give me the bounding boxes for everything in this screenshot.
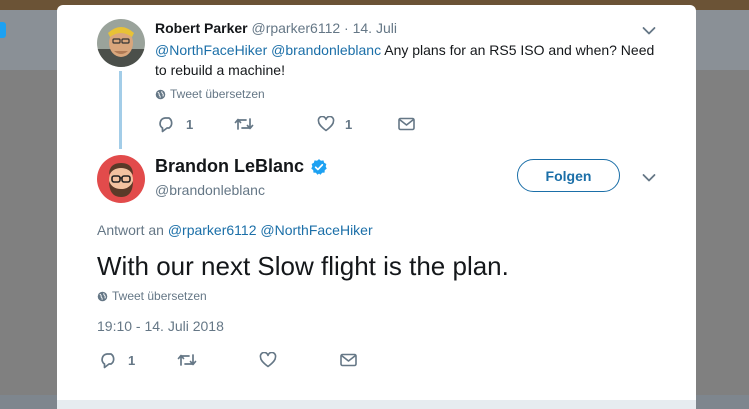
reply-icon bbox=[101, 353, 115, 369]
reply-prefix: Antwort an bbox=[97, 222, 164, 238]
reply-icon bbox=[159, 117, 173, 133]
translate-link[interactable]: Tweet übersetzen bbox=[155, 87, 265, 101]
reply-button[interactable]: 1 bbox=[100, 352, 135, 369]
verified-badge-icon bbox=[311, 158, 327, 175]
modal-footer-divider bbox=[57, 400, 696, 409]
mention-link[interactable]: @NorthFaceHiker bbox=[260, 222, 372, 238]
main-author-avatar[interactable] bbox=[97, 155, 145, 203]
parent-tweet-date[interactable]: 14. Juli bbox=[353, 20, 397, 36]
thread-connector bbox=[119, 71, 122, 149]
retweet-icon bbox=[177, 354, 197, 366]
like-count: 1 bbox=[345, 116, 353, 132]
heart-icon bbox=[259, 352, 277, 368]
parent-tweet-text: @NorthFaceHiker @brandonleblanc Any plan… bbox=[155, 40, 655, 80]
mention-link[interactable]: @NorthFaceHiker bbox=[155, 42, 267, 58]
translate-label: Tweet übersetzen bbox=[170, 87, 265, 101]
reply-count: 1 bbox=[128, 353, 136, 368]
retweet-icon bbox=[234, 118, 254, 130]
like-button[interactable]: 1 bbox=[317, 116, 352, 132]
separator-dot: · bbox=[344, 20, 349, 36]
like-button[interactable] bbox=[259, 352, 287, 368]
parent-tweet-header: Robert Parker @rparker6112 · 14. Juli bbox=[155, 20, 397, 36]
heart-icon bbox=[317, 116, 335, 132]
translate-label: Tweet übersetzen bbox=[112, 289, 207, 303]
parent-author-avatar[interactable] bbox=[97, 19, 145, 67]
reply-count: 1 bbox=[186, 117, 194, 132]
tweet-modal: Robert Parker @rparker6112 · 14. Juli @N… bbox=[57, 5, 696, 409]
mention-link[interactable]: @brandonleblanc bbox=[271, 42, 381, 58]
main-tweet-text: With our next Slow flight is the plan. bbox=[97, 251, 509, 281]
envelope-icon bbox=[340, 353, 357, 367]
retweet-button[interactable] bbox=[177, 352, 207, 368]
direct-message-button[interactable] bbox=[398, 117, 415, 131]
main-author-name-row[interactable]: Brandon LeBlanc bbox=[155, 156, 328, 177]
translate-link[interactable]: Tweet übersetzen bbox=[97, 289, 207, 303]
parent-author-name[interactable]: Robert Parker bbox=[155, 20, 248, 36]
globe-icon bbox=[155, 89, 166, 99]
background-accent bbox=[0, 22, 6, 38]
retweet-button[interactable] bbox=[234, 116, 264, 132]
parent-author-handle[interactable]: @rparker6112 bbox=[251, 20, 340, 36]
envelope-icon bbox=[398, 117, 415, 131]
main-author-handle[interactable]: @brandonleblanc bbox=[155, 182, 265, 198]
mention-link[interactable]: @rparker6112 bbox=[168, 222, 257, 238]
tweet-timestamp[interactable]: 19:10 - 14. Juli 2018 bbox=[97, 318, 224, 334]
chevron-down-icon[interactable] bbox=[642, 173, 656, 183]
follow-button[interactable]: Folgen bbox=[517, 159, 620, 192]
chevron-down-icon[interactable] bbox=[642, 26, 656, 36]
main-author-name[interactable]: Brandon LeBlanc bbox=[155, 156, 304, 177]
globe-icon bbox=[97, 291, 108, 301]
direct-message-button[interactable] bbox=[340, 353, 357, 367]
reply-button[interactable]: 1 bbox=[158, 116, 193, 133]
reply-context: Antwort an @rparker6112 @NorthFaceHiker bbox=[97, 222, 373, 238]
